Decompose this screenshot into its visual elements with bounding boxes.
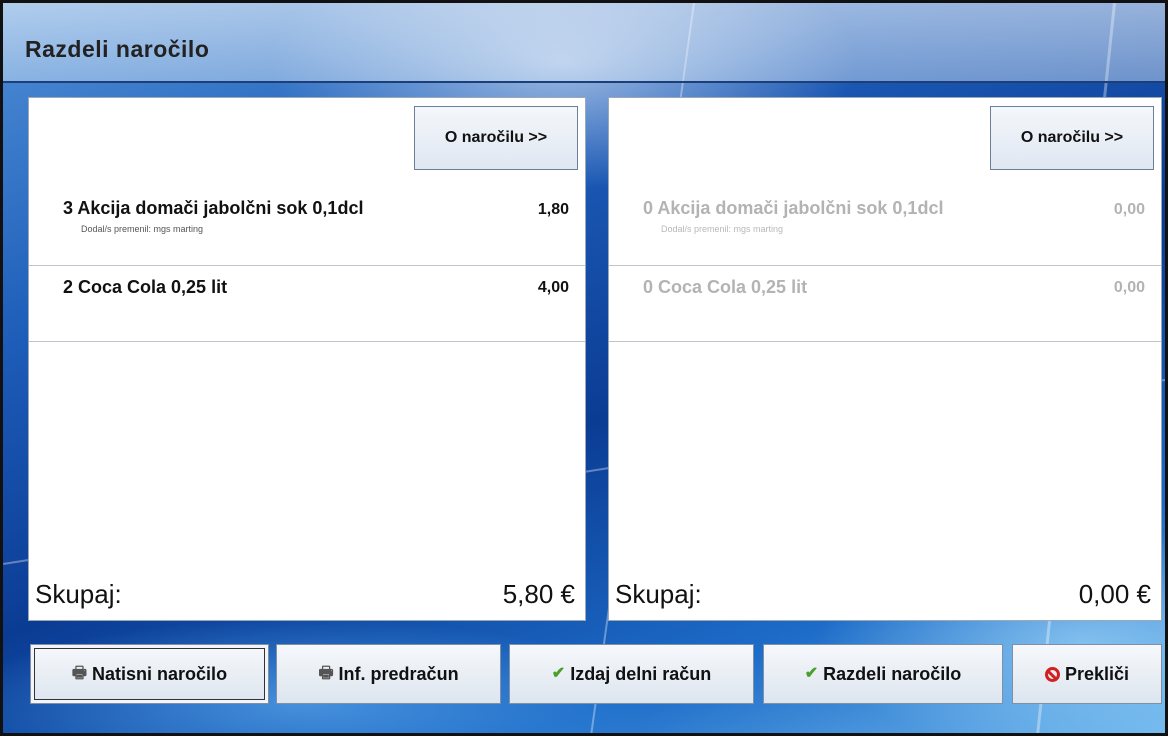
item-name: 3 Akcija domači jabolčni sok 0,1dcl: [63, 198, 364, 218]
button-label: Natisni naročilo: [92, 663, 228, 684]
order-info-button[interactable]: O naročilu >>: [414, 106, 578, 170]
source-order-panel: O naročilu >> 3 Akcija domači jabolčni s…: [28, 97, 586, 621]
info-invoice-button[interactable]: 🖶 Inf. predračun: [276, 644, 501, 704]
check-icon: ✔: [804, 665, 819, 682]
item-price: 0,00: [1113, 201, 1145, 218]
item-name: 2 Coca Cola 0,25 lit: [63, 277, 228, 297]
item-price: 4,00: [537, 279, 569, 296]
printer-icon: 🖶: [318, 665, 334, 682]
total-label: Skupaj:: [35, 579, 122, 609]
list-item[interactable]: 2 Coca Cola 0,25 lit 4,00: [29, 266, 585, 342]
window-title: Razdeli naročilo: [25, 36, 210, 62]
total-value: 5,80 €: [502, 579, 575, 609]
partial-invoice-button[interactable]: ✔ Izdaj delni račun: [509, 644, 754, 704]
item-price: 1,80: [537, 201, 569, 218]
order-info-button[interactable]: O naročilu >>: [990, 106, 1154, 170]
button-label: Inf. predračun: [338, 663, 459, 684]
button-label: Prekliči: [1064, 663, 1130, 684]
item-name: 0 Akcija domači jabolčni sok 0,1dcl: [643, 198, 944, 218]
button-label: Razdeli naročilo: [823, 663, 962, 684]
cancel-icon: [1044, 666, 1060, 682]
split-order-window: Razdeli naročilo O naročilu >> 3 Akcija …: [0, 0, 1168, 736]
item-name: 0 Coca Cola 0,25 lit: [643, 277, 808, 297]
print-order-button[interactable]: 🖶 Natisni naročilo: [30, 644, 269, 704]
item-price: 0,00: [1113, 279, 1145, 296]
list-item[interactable]: 0 Akcija domači jabolčni sok 0,1dcl Doda…: [609, 176, 1161, 266]
total-label: Skupaj:: [615, 579, 702, 609]
list-item[interactable]: 3 Akcija domači jabolčni sok 0,1dcl Doda…: [29, 176, 585, 266]
item-modified-by: Dodal/s premenil: mgs marting: [661, 224, 784, 234]
total-value: 0,00 €: [1078, 579, 1151, 609]
item-modified-by: Dodal/s premenil: mgs marting: [81, 224, 204, 234]
cancel-button[interactable]: Prekliči: [1012, 644, 1162, 704]
check-icon: ✔: [551, 665, 566, 682]
list-item[interactable]: 0 Coca Cola 0,25 lit 0,00: [609, 266, 1161, 342]
split-order-panel: O naročilu >> 0 Akcija domači jabolčni s…: [608, 97, 1162, 621]
title-bar: Razdeli naročilo: [3, 3, 1165, 83]
button-label: Izdaj delni račun: [570, 663, 712, 684]
printer-icon: 🖶: [71, 665, 88, 682]
split-order-button[interactable]: ✔ Razdeli naročilo: [763, 644, 1003, 704]
